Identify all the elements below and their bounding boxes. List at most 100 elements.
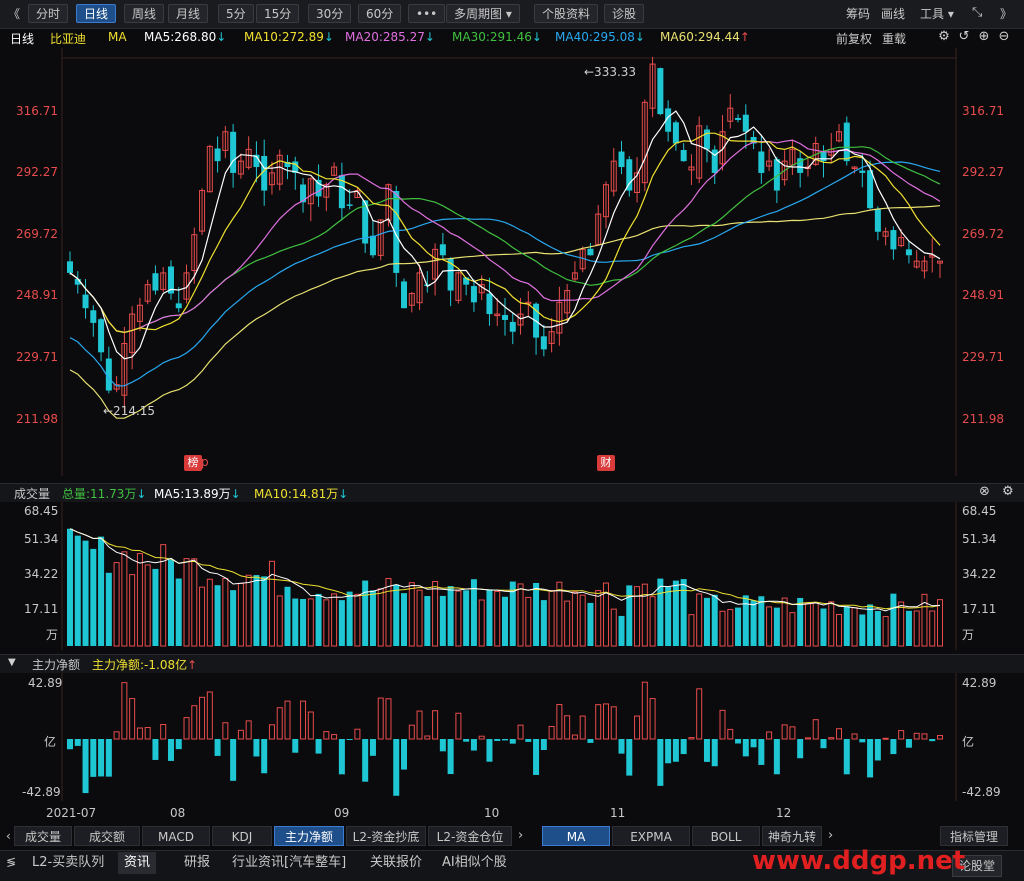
price-axis-left-3: 248.91 <box>16 288 58 302</box>
candle <box>276 149 283 191</box>
rank-badge[interactable]: 榜 <box>184 455 202 471</box>
draw-button[interactable]: 画线 <box>881 5 905 22</box>
netflow-bar <box>74 739 81 746</box>
chips-button[interactable]: 筹码 <box>846 5 870 22</box>
fq-button[interactable]: 前复权 <box>836 30 872 47</box>
candle <box>735 114 742 123</box>
info-tab-5[interactable]: AI相似个股 <box>436 852 513 874</box>
period-tab-1[interactable]: 日线 <box>76 4 117 23</box>
overlay-tab-3[interactable]: 神奇九转 <box>762 826 822 846</box>
volume-settings-icon[interactable]: ⚙ <box>1002 484 1014 499</box>
stock-info-button[interactable]: 个股资料 <box>534 4 599 23</box>
netflow-axis-bot-right: -42.89 <box>962 785 1001 799</box>
indicator-tab-3[interactable]: KDJ <box>212 826 272 846</box>
month-label-1: 08 <box>170 806 186 820</box>
info-tab-3[interactable]: 行业资讯[汽车整车] <box>226 852 352 874</box>
netflow-bar <box>494 739 501 741</box>
volume-bar <box>486 589 493 646</box>
volume-bar <box>284 586 291 646</box>
candle <box>556 286 563 346</box>
undo-icon[interactable]: ↺ <box>956 29 972 45</box>
settings-icon[interactable]: ⚙ <box>936 29 952 45</box>
info-tab-1[interactable]: 资讯 <box>118 852 157 874</box>
netflow-bar <box>874 739 881 761</box>
indicator-tab-1[interactable]: 成交额 <box>74 826 140 846</box>
volume-bar <box>556 581 563 647</box>
diagnose-button[interactable]: 诊股 <box>604 4 645 23</box>
period-tab-6[interactable]: 30分 <box>308 4 352 23</box>
tools-button[interactable]: 工具 ▾ <box>920 5 954 22</box>
overlay-tab-0[interactable]: MA <box>542 826 610 846</box>
price-axis-left-5: 211.98 <box>16 412 58 426</box>
indicator-tab-6[interactable]: L2-资金仓位 <box>428 826 512 846</box>
multi-period-button[interactable]: 多周期图 ▾ <box>446 4 520 23</box>
volume-bar <box>494 590 501 647</box>
volume-chart[interactable] <box>0 502 1024 652</box>
ma20-text: MA20:285.27 <box>345 30 425 44</box>
netflow-bar <box>634 715 641 740</box>
ma5-text: MA5:268.80 <box>144 30 217 44</box>
indicator-tab-0[interactable]: 成交量 <box>14 826 72 846</box>
zoom-out-icon[interactable]: ⊖ <box>996 29 1012 45</box>
candle <box>548 317 555 353</box>
period-tab-3[interactable]: 月线 <box>168 4 209 23</box>
overlay-tab-2[interactable]: BOLL <box>692 826 760 846</box>
netflow-bar <box>331 734 338 740</box>
candle <box>300 178 307 213</box>
netflow-bar <box>362 739 369 782</box>
candle <box>90 305 97 337</box>
volume-bar <box>167 559 174 646</box>
indicator-tab-4[interactable]: 主力净额 <box>274 826 344 846</box>
netflow-bar <box>680 739 687 755</box>
netflow-bar <box>98 739 105 777</box>
ma30-value: MA30:291.46↓ <box>452 30 542 44</box>
netflow-value: 主力净额:-1.08亿↑ <box>92 658 198 672</box>
scroll-left-icon[interactable]: ‹ <box>6 829 11 843</box>
zoom-in-icon[interactable]: ⊕ <box>976 29 992 45</box>
collapse-icon[interactable]: ▼ <box>8 657 16 668</box>
volume-bar <box>74 535 81 646</box>
candle <box>649 56 656 118</box>
download-button[interactable]: 重载 <box>882 30 906 47</box>
overlay-next-icon[interactable]: › <box>828 828 833 843</box>
volume-header: 成交量 总量:11.73万↓ MA5:13.89万↓ MA10:14.81万↓ … <box>0 483 1024 502</box>
indicator-manage-button[interactable]: 指标管理 <box>940 826 1008 846</box>
fullscreen-icon[interactable]: ⤡ <box>972 5 982 20</box>
netflow-chart[interactable] <box>0 673 1024 803</box>
candle <box>292 156 299 190</box>
indicator-next-icon[interactable]: › <box>518 828 523 843</box>
volume-ma5-text: MA5:13.89万 <box>154 487 231 501</box>
period-tab-7[interactable]: 60分 <box>358 4 402 23</box>
candle <box>711 145 718 184</box>
info-tab-2[interactable]: 研报 <box>178 852 216 874</box>
info-tab-0[interactable]: L2-买卖队列 <box>26 852 110 874</box>
volume-bar <box>750 600 757 646</box>
forward-icon[interactable]: 》 <box>1000 5 1012 22</box>
candle <box>657 67 664 116</box>
period-tab-0[interactable]: 分时 <box>28 4 69 23</box>
candle <box>369 220 376 258</box>
period-tab-2[interactable]: 周线 <box>124 4 165 23</box>
netflow-bar <box>144 726 151 740</box>
candle <box>766 148 773 171</box>
candle <box>672 120 679 151</box>
info-tab-4[interactable]: 关联报价 <box>364 852 428 874</box>
candle-body <box>540 336 547 350</box>
netflow-bar <box>836 728 843 740</box>
period-tab-5[interactable]: 15分 <box>256 4 300 23</box>
volume-bar <box>447 586 454 646</box>
back-icon[interactable]: 《 <box>8 5 20 22</box>
volume-bar <box>665 586 672 646</box>
volume-bar <box>688 614 695 647</box>
indicator-tab-2[interactable]: MACD <box>142 826 210 846</box>
period-tab-4[interactable]: 5分 <box>218 4 254 23</box>
candle <box>331 162 338 176</box>
period-tab-8[interactable]: ••• <box>408 4 446 23</box>
overlay-tab-1[interactable]: EXPMA <box>612 826 690 846</box>
candle <box>804 157 811 177</box>
finance-badge[interactable]: 财 <box>597 455 615 471</box>
info-expand-icon[interactable]: ≶ <box>6 855 16 869</box>
volume-close-icon[interactable]: ⊗ <box>979 484 990 499</box>
netflow-bar <box>253 739 260 757</box>
indicator-tab-5[interactable]: L2-资金抄底 <box>346 826 426 846</box>
